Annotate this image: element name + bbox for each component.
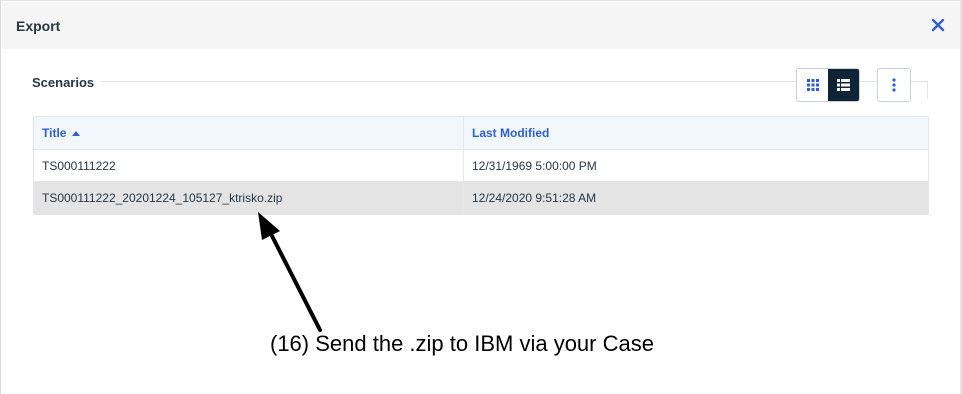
section-divider-end	[927, 81, 928, 99]
cell-last-modified: 12/24/2020 9:51:28 AM	[472, 191, 597, 205]
cell-title: TS000111222	[34, 150, 464, 181]
dialog-header: Export	[2, 2, 961, 49]
view-toggle	[796, 68, 860, 102]
scenarios-table: Title Last Modified TS000111222 12/31/19…	[33, 116, 929, 215]
sort-ascending-icon	[72, 130, 81, 136]
table-row[interactable]: TS000111222_20201224_105127_ktrisko.zip …	[34, 182, 928, 214]
column-header-title[interactable]: Title	[34, 117, 464, 149]
grid-view-button[interactable]	[797, 69, 828, 101]
dialog-title: Export	[16, 18, 61, 34]
column-header-label: Title	[42, 126, 67, 140]
annotation-text: (16) Send the .zip to IBM via your Case	[270, 331, 654, 356]
table-row[interactable]: TS000111222 12/31/1969 5:00:00 PM	[34, 150, 928, 182]
close-button[interactable]	[929, 16, 947, 34]
list-view-icon	[837, 79, 850, 91]
more-options-button[interactable]	[877, 68, 911, 102]
cell-last-modified: 12/31/1969 5:00:00 PM	[472, 158, 597, 173]
close-icon	[931, 18, 945, 32]
list-view-button[interactable]	[828, 69, 859, 101]
grid-view-icon	[806, 79, 819, 91]
more-vertical-icon	[892, 78, 896, 92]
column-header-last-modified[interactable]: Last Modified	[464, 117, 928, 149]
column-header-label: Last Modified	[472, 126, 550, 140]
section-label: Scenarios	[32, 75, 95, 90]
cell-title: TS000111222_20201224_105127_ktrisko.zip	[34, 182, 464, 214]
table-header-row: Title Last Modified	[34, 117, 928, 150]
